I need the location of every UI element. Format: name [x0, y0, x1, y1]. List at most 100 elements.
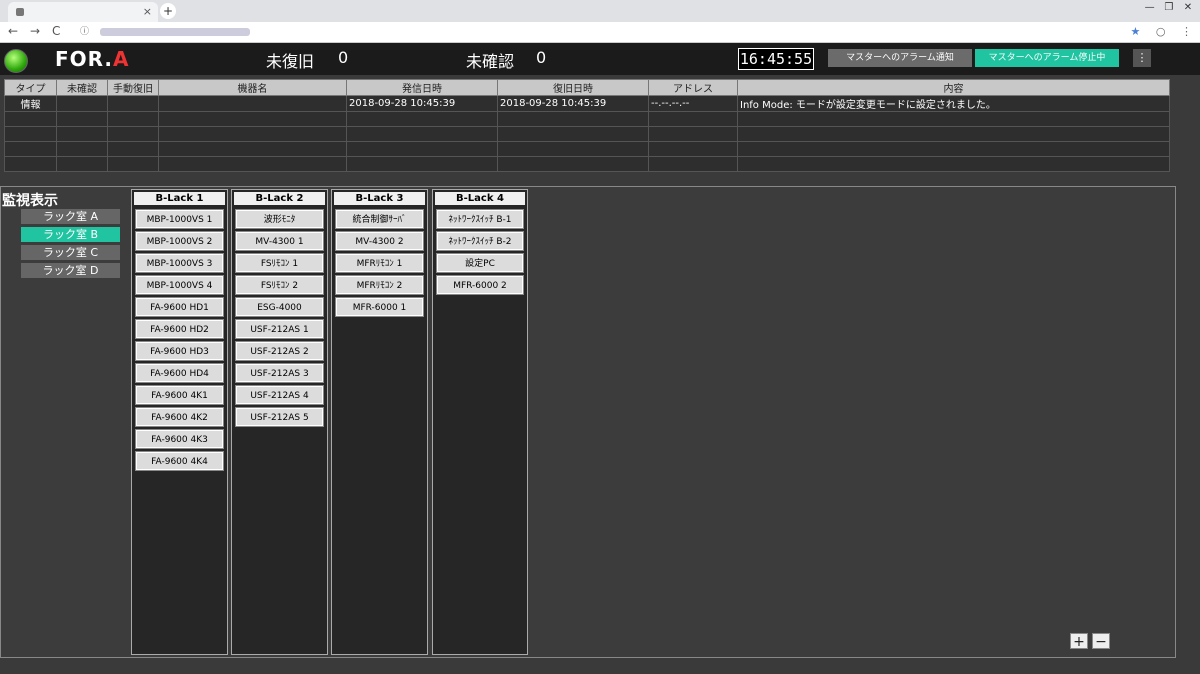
browser-menu-icon[interactable]: ⋮ [1181, 25, 1192, 38]
device-button[interactable]: MV-4300 1 [235, 231, 324, 251]
device-button[interactable]: FA-9600 4K2 [135, 407, 224, 427]
device-button[interactable]: FSﾘﾓｺﾝ 2 [235, 275, 324, 295]
browser-tab[interactable]: × [8, 2, 158, 22]
bookmark-star-icon[interactable]: ★ [1131, 25, 1141, 38]
rack-column: B-Lack 1 MBP-1000VS 1 MBP-1000VS 2 MBP-1000… [131, 189, 228, 655]
close-window-icon[interactable]: ✕ [1180, 2, 1196, 13]
maximize-icon[interactable]: ❐ [1161, 2, 1177, 13]
room-button[interactable]: ラック室 A [21, 209, 120, 224]
alarm-cell [346, 156, 498, 172]
column-header[interactable]: 復旧日時 [497, 79, 649, 96]
kebab-menu-icon[interactable]: ⋮ [1133, 49, 1151, 67]
rack-column: B-Lack 2 波形ﾓﾆﾀ MV-4300 1 FSﾘﾓｺﾝ 1 FSﾘﾓｺﾝ 2 ES… [231, 189, 328, 655]
window-controls: — ❐ ✕ [1142, 2, 1196, 13]
device-button[interactable]: ESG-4000 [235, 297, 324, 317]
device-button[interactable]: USF-212AS 1 [235, 319, 324, 339]
device-button[interactable]: 設定PC [436, 253, 524, 273]
column-header[interactable]: 内容 [737, 79, 1170, 96]
alarm-row[interactable] [4, 126, 1170, 142]
alarm-cell: Info Mode: モードが設定変更モードに設定されました。 [737, 95, 1170, 112]
alarm-cell [4, 126, 57, 142]
alarm-row[interactable] [4, 141, 1170, 157]
alarm-notify-button[interactable]: マスターへのアラーム通知 [828, 49, 972, 67]
favicon-icon [16, 8, 24, 16]
alarm-cell [648, 141, 738, 157]
address-bar[interactable]: ⓘ [80, 25, 1130, 39]
column-header[interactable]: タイプ [4, 79, 57, 96]
alarm-cell [497, 156, 649, 172]
unrecovered-count: 0 [338, 48, 349, 67]
alarm-cell: --.--.--.-- [648, 95, 738, 112]
alarm-cell [737, 156, 1170, 172]
tab-title-blurred [30, 7, 140, 17]
clock-display: 16:45:55 [738, 48, 814, 70]
device-button[interactable]: FA-9600 4K4 [135, 451, 224, 471]
column-header[interactable]: 発信日時 [346, 79, 498, 96]
device-button[interactable]: MBP-1000VS 1 [135, 209, 224, 229]
device-button[interactable]: USF-212AS 4 [235, 385, 324, 405]
monitor-title: 監視表示 [2, 193, 58, 209]
device-button[interactable]: MFRﾘﾓｺﾝ 1 [335, 253, 424, 273]
column-header[interactable]: 未確認 [56, 79, 108, 96]
reload-icon[interactable]: C [52, 24, 60, 38]
alarm-cell: 2018-09-28 10:45:39 [497, 95, 649, 112]
alarm-stop-button[interactable]: マスターへのアラーム停止中 [975, 49, 1119, 67]
alarm-cell: 情報 [4, 95, 57, 112]
column-header[interactable]: 機器名 [158, 79, 347, 96]
device-button[interactable]: MFR-6000 2 [436, 275, 524, 295]
alarm-cell [158, 141, 347, 157]
device-button[interactable]: 波形ﾓﾆﾀ [235, 209, 324, 229]
device-button[interactable]: FA-9600 HD1 [135, 297, 224, 317]
alarm-row[interactable] [4, 111, 1170, 127]
device-button[interactable]: FA-9600 4K3 [135, 429, 224, 449]
room-button[interactable]: ラック室 B [21, 227, 120, 242]
profile-icon[interactable]: ○ [1156, 25, 1166, 38]
column-header[interactable]: 手動復旧 [107, 79, 159, 96]
device-button[interactable]: USF-212AS 5 [235, 407, 324, 427]
back-icon[interactable]: ← [8, 24, 18, 38]
alarm-cell [4, 111, 57, 127]
device-button[interactable]: ﾈｯﾄﾜｰｸｽｲｯﾁ B-2 [436, 231, 524, 251]
zoom-out-button[interactable]: − [1092, 633, 1110, 650]
logo-text: FOR. [55, 47, 114, 71]
alarm-row[interactable]: 情報 2018-09-28 10:45:39 2018-09-28 10:45:39… [4, 95, 1170, 112]
device-button[interactable]: USF-212AS 3 [235, 363, 324, 383]
unrecovered-label: 未復旧 [266, 52, 315, 71]
room-button[interactable]: ラック室 C [21, 245, 120, 260]
info-icon[interactable]: ⓘ [80, 27, 89, 37]
device-button[interactable]: MBP-1000VS 4 [135, 275, 224, 295]
zoom-in-button[interactable]: + [1070, 633, 1088, 650]
alarm-cell [107, 95, 159, 112]
alarm-cell [737, 126, 1170, 142]
device-button[interactable]: FA-9600 HD4 [135, 363, 224, 383]
alarm-cell [648, 111, 738, 127]
alarm-cell [346, 111, 498, 127]
status-led-icon [4, 49, 28, 73]
url-blurred [99, 27, 250, 36]
device-button[interactable]: FSﾘﾓｺﾝ 1 [235, 253, 324, 273]
minimize-icon[interactable]: — [1142, 2, 1158, 13]
fora-logo: FOR.A [55, 47, 130, 71]
tab-close-icon[interactable]: × [143, 5, 152, 18]
alarm-row[interactable] [4, 156, 1170, 172]
browser-actions: ★ ○ ⋮ [1119, 25, 1192, 38]
alarm-cell [4, 141, 57, 157]
device-button[interactable]: MBP-1000VS 2 [135, 231, 224, 251]
device-button[interactable]: ﾈｯﾄﾜｰｸｽｲｯﾁ B-1 [436, 209, 524, 229]
device-button[interactable]: MBP-1000VS 3 [135, 253, 224, 273]
forward-icon[interactable]: → [30, 24, 40, 38]
device-button[interactable]: MV-4300 2 [335, 231, 424, 251]
alarm-cell [107, 141, 159, 157]
device-button[interactable]: 統合制御ｻｰﾊﾞ [335, 209, 424, 229]
device-button[interactable]: FA-9600 HD3 [135, 341, 224, 361]
new-tab-button[interactable]: + [160, 3, 176, 19]
device-button[interactable]: MFRﾘﾓｺﾝ 2 [335, 275, 424, 295]
alarm-cell [648, 156, 738, 172]
device-button[interactable]: FA-9600 4K1 [135, 385, 224, 405]
alarm-cell [158, 111, 347, 127]
column-header[interactable]: アドレス [648, 79, 738, 96]
device-button[interactable]: FA-9600 HD2 [135, 319, 224, 339]
device-button[interactable]: USF-212AS 2 [235, 341, 324, 361]
device-button[interactable]: MFR-6000 1 [335, 297, 424, 317]
room-button[interactable]: ラック室 D [21, 263, 120, 278]
